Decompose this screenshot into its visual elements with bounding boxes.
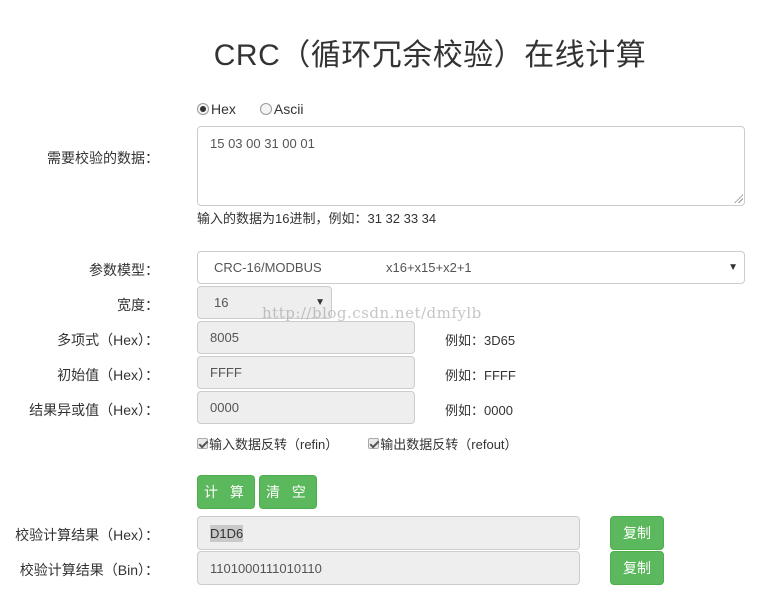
init-label: 初始值（Hex）：: [57, 367, 159, 383]
radio-ascii-label: Ascii: [273, 101, 304, 117]
data-textarea[interactable]: 15 03 00 31 00 01: [197, 126, 745, 206]
data-hint: 输入的数据为16进制，例如：31 32 33 34: [197, 211, 437, 226]
page-title: CRC（循环冗余校验）在线计算: [213, 39, 647, 72]
width-label: 宽度：: [117, 297, 159, 313]
radio-hex[interactable]: Hex: [197, 101, 236, 117]
calculate-button[interactable]: 计 算: [197, 475, 255, 509]
result-bin-value: 1101000111010110: [210, 560, 322, 576]
result-hex-field[interactable]: D1D6: [197, 516, 580, 550]
width-selected: 16: [214, 295, 229, 310]
result-bin-label: 校验计算结果（Bin）：: [19, 562, 159, 578]
model-label: 参数模型：: [89, 262, 159, 278]
copy-bin-button[interactable]: 复制: [610, 551, 664, 585]
radio-checked-icon[interactable]: [197, 103, 209, 115]
init-value: FFFF: [210, 365, 242, 380]
chevron-down-icon: ▼: [728, 262, 738, 273]
polynomial-example: 例如：3D65: [445, 333, 516, 348]
xorout-value: 0000: [210, 400, 239, 415]
radio-ascii[interactable]: Ascii: [259, 101, 304, 117]
checkbox-checked-icon[interactable]: [197, 438, 208, 449]
result-hex-label: 校验计算结果（Hex）：: [15, 527, 159, 543]
refout-checkbox[interactable]: 输出数据反转（refout）: [368, 434, 518, 453]
model-selected-name: CRC-16/MODBUS: [214, 260, 322, 275]
init-input[interactable]: FFFF: [197, 356, 415, 389]
model-selected-poly: x16+x15+x2+1: [386, 260, 472, 275]
polynomial-value: 8005: [210, 330, 239, 345]
result-hex-value: D1D6: [210, 524, 244, 542]
polynomial-input[interactable]: 8005: [197, 321, 415, 354]
xorout-input[interactable]: 0000: [197, 391, 415, 424]
result-bin-field[interactable]: 1101000111010110: [197, 551, 580, 585]
data-label: 需要校验的数据：: [47, 150, 159, 166]
checkbox-checked-icon[interactable]: [368, 438, 380, 449]
radio-hex-label: Hex: [211, 101, 236, 117]
crc-calculator-page: CRC（循环冗余校验）在线计算 Hex Ascii 需要校验的数据： 15 03…: [0, 0, 779, 605]
reflect-options: 输入数据反转（refin） 输出数据反转（refout）: [197, 434, 518, 453]
refin-label: 输入数据反转（refin）: [209, 437, 339, 452]
init-example: 例如：FFFF: [445, 368, 516, 383]
copy-hex-button[interactable]: 复制: [610, 516, 664, 550]
radio-unchecked-icon[interactable]: [259, 103, 272, 115]
refin-checkbox[interactable]: 输入数据反转（refin）: [197, 434, 338, 453]
refout-label: 输出数据反转（refout）: [380, 437, 518, 452]
input-format-radio-group: Hex Ascii: [197, 101, 303, 117]
resize-grip-icon[interactable]: [734, 194, 743, 203]
xorout-example: 例如：0000: [445, 403, 513, 418]
xorout-label: 结果异或值（Hex）：: [29, 402, 159, 418]
clear-button[interactable]: 清 空: [259, 475, 317, 509]
model-select[interactable]: CRC-16/MODBUS x16+x15+x2+1 ▼: [197, 251, 745, 284]
polynomial-label: 多项式（Hex）：: [57, 332, 159, 348]
width-select[interactable]: 16 ▼: [197, 286, 332, 319]
chevron-down-icon: ▼: [315, 297, 325, 308]
